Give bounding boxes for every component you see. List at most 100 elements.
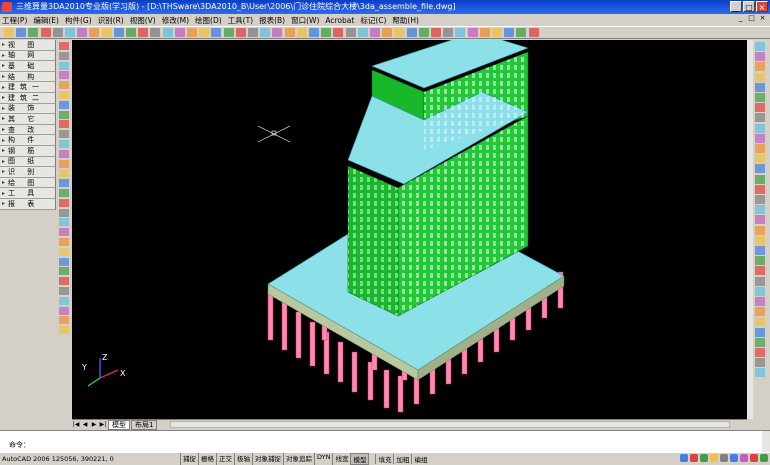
drawing-tool-icon[interactable]: [59, 61, 69, 70]
drawing-tool-icon[interactable]: [59, 159, 69, 168]
drawing-tool-icon[interactable]: [59, 71, 69, 80]
modify-tool-icon[interactable]: [755, 123, 765, 133]
status-toggle-button[interactable]: 模型: [350, 453, 370, 465]
modify-tool-icon[interactable]: [755, 154, 765, 164]
drawing-tool-icon[interactable]: [59, 198, 69, 207]
status-option[interactable]: 填充: [375, 454, 393, 464]
drawing-tool-icon[interactable]: [59, 51, 69, 60]
menu-item-1[interactable]: 编辑(E): [33, 15, 59, 26]
modify-tool-icon[interactable]: [755, 297, 765, 306]
left-menu-item[interactable]: ▸ 绘 图: [0, 177, 56, 189]
left-menu-item[interactable]: ▸ 报 表: [0, 198, 56, 210]
toolbar-tool-icon[interactable]: [138, 28, 149, 37]
tray-icon[interactable]: [730, 454, 738, 462]
drawing-tool-icon[interactable]: [59, 149, 69, 158]
drawing-tool-icon[interactable]: [59, 208, 69, 217]
left-menu-item[interactable]: ▸ 结 构: [0, 71, 56, 83]
left-menu-item[interactable]: ▸ 图 纸: [0, 156, 56, 168]
toolbar-tool-icon[interactable]: [296, 28, 307, 37]
toolbar-tool-icon[interactable]: [52, 28, 63, 37]
toolbar-tool-icon[interactable]: [211, 28, 222, 37]
document-control-0[interactable]: _: [736, 14, 745, 23]
toolbar-tool-icon[interactable]: [382, 28, 393, 37]
modify-tool-icon[interactable]: [755, 348, 765, 357]
drawing-tool-icon[interactable]: [59, 42, 69, 50]
modify-tool-icon[interactable]: [755, 62, 765, 72]
modify-tool-icon[interactable]: [755, 317, 765, 327]
modify-tool-icon[interactable]: [755, 358, 765, 368]
toolbar-tool-icon[interactable]: [479, 28, 490, 37]
drawing-tool-icon[interactable]: [59, 140, 69, 148]
toolbar-tool-icon[interactable]: [272, 28, 283, 37]
modify-tool-icon[interactable]: [755, 144, 765, 153]
modify-tool-icon[interactable]: [755, 327, 765, 337]
toolbar-tool-icon[interactable]: [16, 28, 27, 37]
left-menu-item[interactable]: ▸ 建筑一: [0, 82, 56, 93]
drawing-tool-icon[interactable]: [59, 110, 69, 119]
modify-tool-icon[interactable]: [755, 215, 765, 225]
status-toggle-button[interactable]: 对象捕捉: [252, 453, 283, 465]
modify-tool-icon[interactable]: [755, 164, 765, 174]
drawing-canvas[interactable]: Z Y X: [72, 40, 747, 419]
menu-item-3[interactable]: 识别(R): [98, 15, 124, 26]
toolbar-tool-icon[interactable]: [187, 28, 197, 37]
left-menu-item[interactable]: ▸ 钢 筋: [0, 145, 56, 157]
modify-tool-icon[interactable]: [755, 205, 765, 215]
toolbar-tool-icon[interactable]: [431, 28, 441, 37]
modify-tool-icon[interactable]: [755, 42, 765, 51]
modify-tool-icon[interactable]: [755, 52, 765, 62]
status-option[interactable]: 编组: [411, 454, 429, 464]
toolbar-tool-icon[interactable]: [516, 28, 527, 37]
modify-tool-icon[interactable]: [755, 276, 765, 286]
command-window[interactable]: 命令：: [0, 430, 770, 452]
modify-tool-icon[interactable]: [755, 286, 765, 296]
modify-tool-icon[interactable]: [755, 174, 765, 184]
toolbar-tool-icon[interactable]: [309, 28, 319, 37]
status-toggle-button[interactable]: DYN: [314, 453, 332, 465]
toolbar-tool-icon[interactable]: [443, 28, 454, 37]
left-menu-item[interactable]: ▸ 查 改: [0, 124, 56, 136]
left-menu-item[interactable]: ▸ 装 饰: [0, 103, 56, 115]
toolbar-tool-icon[interactable]: [28, 28, 39, 37]
toolbar-tool-icon[interactable]: [321, 28, 332, 37]
menu-item-5[interactable]: 修改(M): [162, 15, 189, 26]
menu-item-9[interactable]: 窗口(W): [291, 15, 319, 26]
toolbar-tool-icon[interactable]: [126, 28, 136, 37]
tab-nav-button[interactable]: ▶|: [99, 420, 107, 429]
close-button[interactable]: ×: [756, 1, 768, 12]
left-menu-item[interactable]: ▸ 轴 网: [0, 50, 56, 62]
drawing-tool-icon[interactable]: [59, 238, 69, 246]
menu-item-4[interactable]: 视图(V): [130, 15, 156, 26]
minimize-button[interactable]: _: [730, 1, 742, 12]
horizontal-scrollbar[interactable]: [170, 421, 730, 428]
modify-tool-icon[interactable]: [755, 246, 765, 255]
modify-tool-icon[interactable]: [755, 266, 765, 276]
layout-tab[interactable]: 布局1: [131, 419, 158, 430]
maximize-button[interactable]: □: [743, 1, 755, 12]
modify-tool-icon[interactable]: [755, 235, 765, 245]
drawing-tool-icon[interactable]: [59, 218, 69, 227]
menu-item-11[interactable]: 标记(C): [360, 15, 386, 26]
drawing-tool-icon[interactable]: [59, 296, 69, 305]
menu-item-12[interactable]: 帮助(H): [392, 15, 419, 26]
drawing-tool-icon[interactable]: [59, 130, 69, 139]
tray-icon[interactable]: [680, 454, 688, 462]
toolbar-tool-icon[interactable]: [357, 28, 368, 37]
modify-tool-icon[interactable]: [755, 368, 765, 378]
toolbar-tool-icon[interactable]: [333, 28, 344, 37]
toolbar-tool-icon[interactable]: [248, 28, 258, 37]
toolbar-tool-icon[interactable]: [406, 28, 417, 37]
toolbar-tool-icon[interactable]: [418, 28, 429, 37]
status-toggle-button[interactable]: 极轴: [234, 453, 252, 465]
toolbar-tool-icon[interactable]: [284, 28, 295, 37]
document-control-1[interactable]: □: [747, 14, 756, 23]
status-toggle-button[interactable]: 对象追踪: [283, 453, 314, 465]
left-menu-item[interactable]: ▸ 建筑二: [0, 92, 56, 104]
drawing-tool-icon[interactable]: [59, 326, 69, 335]
tray-icon[interactable]: [740, 454, 748, 462]
drawing-tool-icon[interactable]: [59, 91, 69, 99]
modify-tool-icon[interactable]: [755, 256, 765, 266]
menu-item-6[interactable]: 绘图(D): [195, 15, 222, 26]
modify-tool-icon[interactable]: [755, 103, 765, 113]
toolbar-tool-icon[interactable]: [174, 28, 185, 37]
